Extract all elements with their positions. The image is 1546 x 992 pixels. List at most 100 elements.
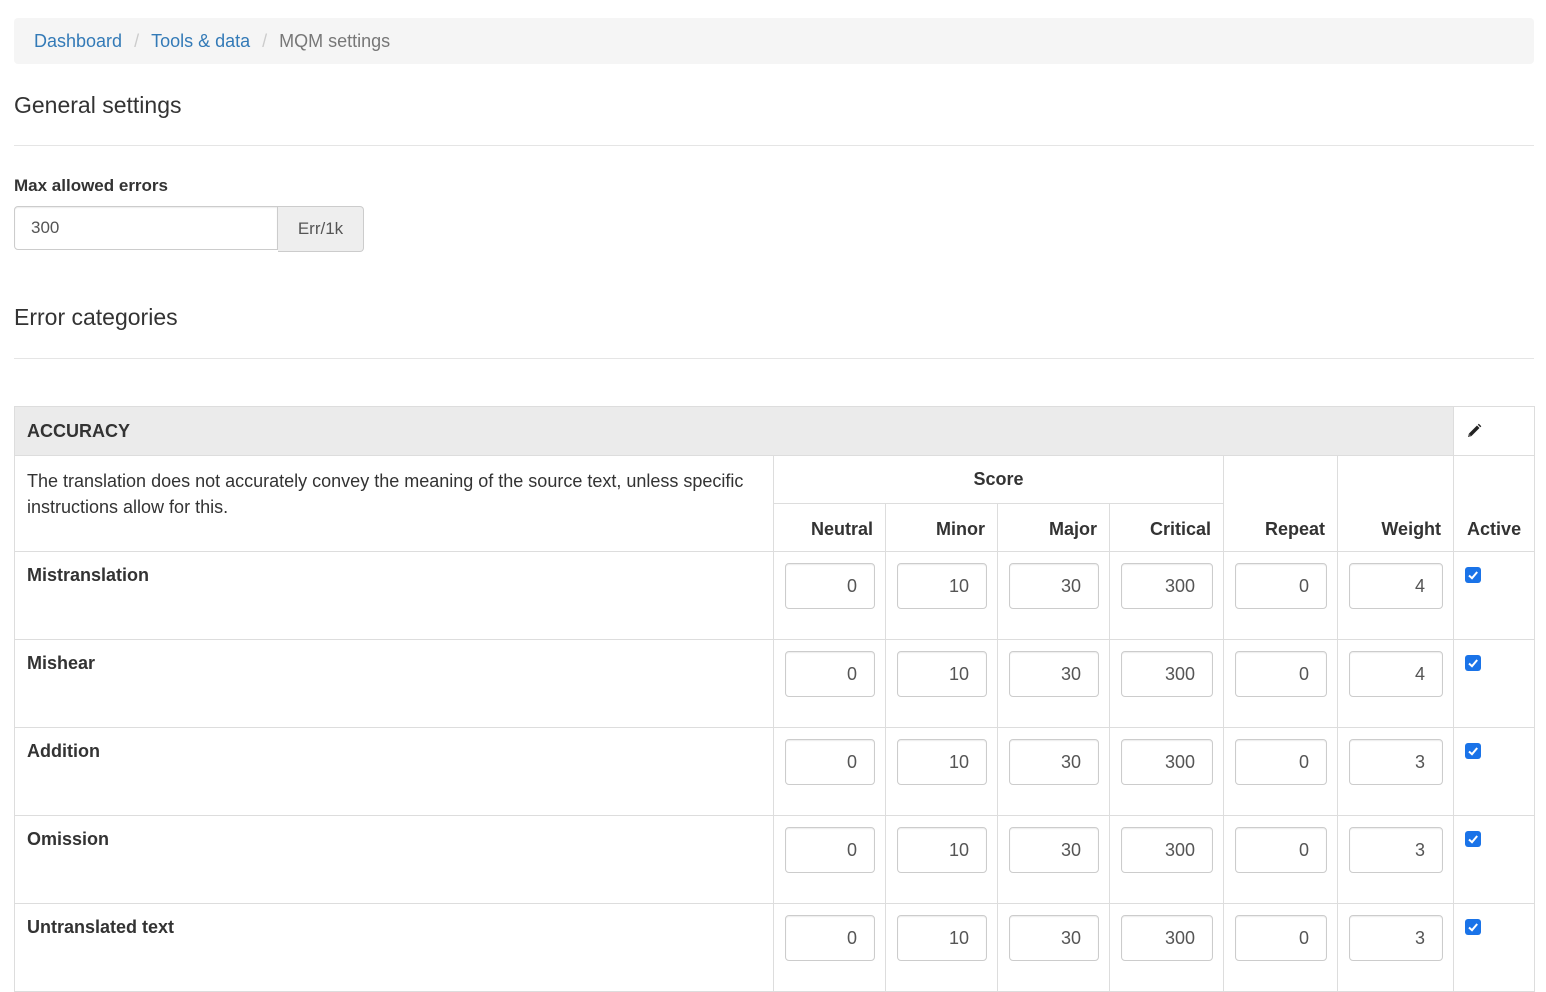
critical-cell: [1109, 551, 1224, 640]
table-row: Addition: [14, 727, 1536, 816]
active-cell: [1453, 639, 1536, 728]
accuracy-table: ACCURACY The translation does not accura…: [13, 406, 1536, 992]
weight-input[interactable]: [1349, 739, 1443, 785]
breadcrumb: Dashboard / Tools & data / MQM settings: [14, 18, 1534, 64]
checkmark-icon: [1468, 835, 1479, 844]
critical-cell: [1109, 727, 1224, 816]
critical-cell: [1109, 903, 1224, 992]
active-cell: [1453, 815, 1536, 904]
active-checkbox[interactable]: [1465, 919, 1482, 935]
major-cell: [997, 551, 1110, 640]
divider: [14, 358, 1534, 359]
active-checkbox[interactable]: [1465, 655, 1482, 671]
repeat-cell: [1223, 551, 1338, 640]
neutral-input[interactable]: [785, 739, 875, 785]
repeat-input[interactable]: [1235, 827, 1327, 873]
critical-header: Critical: [1109, 503, 1224, 552]
breadcrumb-current: MQM settings: [279, 30, 391, 51]
repeat-input[interactable]: [1235, 651, 1327, 697]
active-header: Active: [1453, 455, 1536, 552]
minor-cell: [885, 639, 998, 728]
critical-input[interactable]: [1121, 563, 1213, 609]
weight-input[interactable]: [1349, 651, 1443, 697]
breadcrumb-link-tools-data[interactable]: Tools & data: [151, 31, 250, 52]
active-cell: [1453, 551, 1536, 640]
minor-input[interactable]: [897, 915, 987, 961]
active-checkbox[interactable]: [1465, 743, 1482, 759]
checkmark-icon: [1468, 659, 1479, 668]
row-name: Mistranslation: [14, 551, 774, 640]
neutral-cell: [773, 551, 886, 640]
major-input[interactable]: [1009, 651, 1099, 697]
repeat-input[interactable]: [1235, 739, 1327, 785]
weight-input[interactable]: [1349, 915, 1443, 961]
active-checkbox[interactable]: [1465, 831, 1482, 847]
neutral-header: Neutral: [773, 503, 886, 552]
weight-cell: [1336, 903, 1455, 992]
checkmark-icon: [1468, 923, 1479, 932]
minor-input[interactable]: [897, 739, 987, 785]
critical-input[interactable]: [1121, 915, 1213, 961]
weight-cell: [1336, 551, 1455, 640]
major-cell: [997, 903, 1110, 992]
repeat-header: Repeat: [1223, 455, 1338, 552]
weight-input[interactable]: [1349, 827, 1443, 873]
neutral-cell: [773, 903, 886, 992]
major-cell: [997, 639, 1110, 728]
table-row: Mishear: [14, 639, 1536, 728]
breadcrumb-separator: /: [134, 30, 140, 51]
critical-input[interactable]: [1121, 651, 1213, 697]
breadcrumb-separator: /: [262, 30, 268, 51]
neutral-cell: [773, 639, 886, 728]
checkmark-icon: [1468, 747, 1479, 756]
row-name: Omission: [14, 815, 774, 904]
repeat-cell: [1223, 903, 1338, 992]
neutral-input[interactable]: [785, 915, 875, 961]
category-name: ACCURACY: [13, 406, 1455, 456]
pencil-icon[interactable]: [1466, 423, 1482, 439]
category-description: The translation does not accurately conv…: [14, 455, 774, 552]
major-input[interactable]: [1009, 915, 1099, 961]
major-input[interactable]: [1009, 827, 1099, 873]
row-name: Addition: [14, 727, 774, 816]
critical-input[interactable]: [1121, 739, 1213, 785]
row-name: Untranslated text: [14, 903, 774, 992]
minor-input[interactable]: [897, 827, 987, 873]
repeat-input[interactable]: [1235, 563, 1327, 609]
repeat-input[interactable]: [1235, 915, 1327, 961]
weight-cell: [1336, 815, 1455, 904]
edit-cell: [1453, 406, 1536, 456]
active-cell: [1453, 727, 1536, 816]
critical-cell: [1109, 815, 1224, 904]
weight-input[interactable]: [1349, 563, 1443, 609]
repeat-cell: [1223, 727, 1338, 816]
major-cell: [997, 815, 1110, 904]
table-row: Omission: [14, 815, 1536, 904]
major-cell: [997, 727, 1110, 816]
neutral-input[interactable]: [785, 651, 875, 697]
critical-cell: [1109, 639, 1224, 728]
minor-input[interactable]: [897, 563, 987, 609]
max-errors-label: Max allowed errors: [14, 176, 169, 195]
neutral-input[interactable]: [785, 827, 875, 873]
weight-header: Weight: [1336, 455, 1455, 552]
breadcrumb-link-dashboard[interactable]: Dashboard: [34, 31, 122, 52]
neutral-cell: [773, 727, 886, 816]
critical-input[interactable]: [1121, 827, 1213, 873]
active-checkbox[interactable]: [1465, 567, 1482, 583]
major-input[interactable]: [1009, 739, 1099, 785]
max-errors-input[interactable]: [14, 206, 278, 250]
major-input[interactable]: [1009, 563, 1099, 609]
error-categories-title: Error categories: [14, 304, 178, 330]
score-header: Score: [773, 455, 1224, 504]
neutral-input[interactable]: [785, 563, 875, 609]
minor-input[interactable]: [897, 651, 987, 697]
minor-cell: [885, 727, 998, 816]
minor-cell: [885, 815, 998, 904]
active-cell: [1453, 903, 1536, 992]
repeat-cell: [1223, 815, 1338, 904]
general-settings-title: General settings: [14, 92, 182, 118]
weight-cell: [1336, 727, 1455, 816]
minor-header: Minor: [885, 503, 998, 552]
table-row: Untranslated text: [14, 903, 1536, 992]
